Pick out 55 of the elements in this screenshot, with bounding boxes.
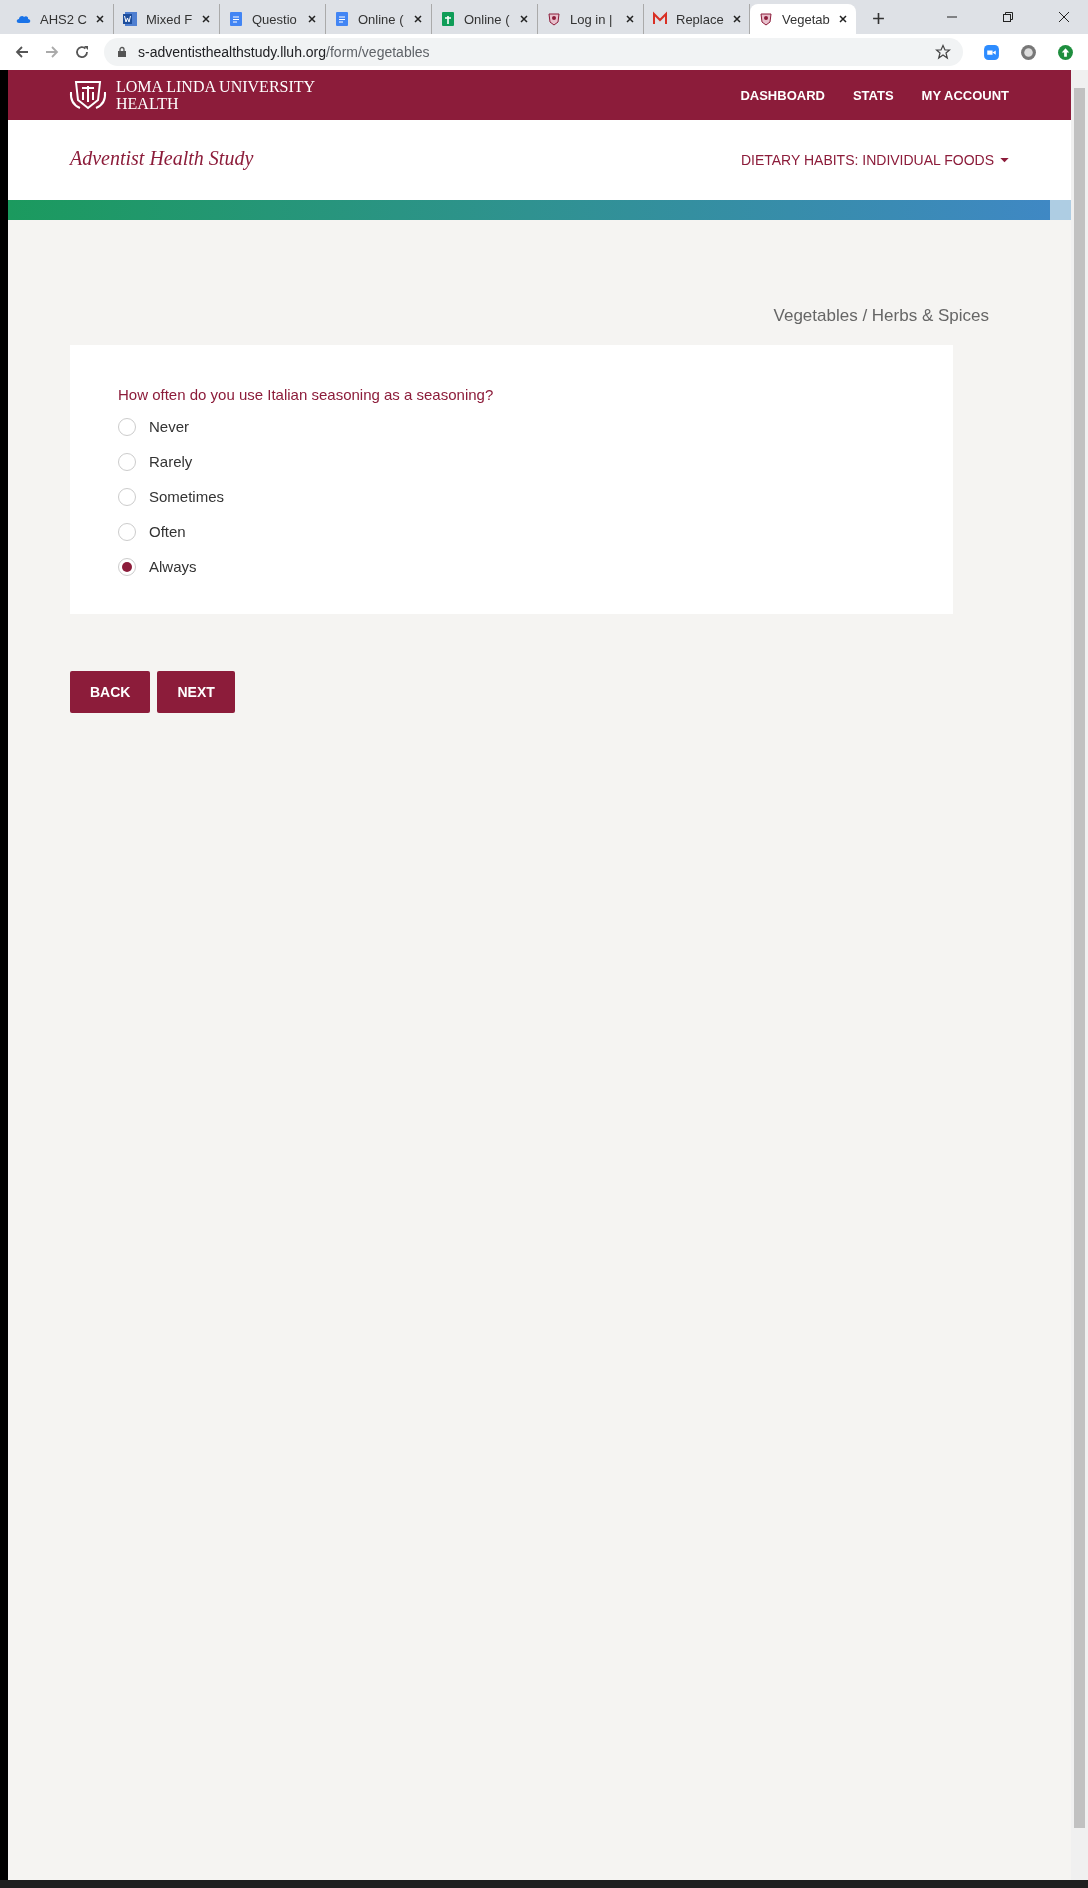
tab-title: Replace	[676, 11, 724, 27]
reload-icon[interactable]	[74, 44, 90, 60]
close-icon[interactable]	[95, 14, 105, 24]
option-label[interactable]: Often	[149, 523, 186, 540]
option-label[interactable]: Sometimes	[149, 488, 225, 505]
mail-icon	[652, 11, 668, 27]
tab-title: Mixed F	[146, 11, 193, 27]
section-dropdown[interactable]: DIETARY HABITS: INDIVIDUAL FOODS	[740, 152, 1009, 168]
close-icon[interactable]	[1058, 11, 1070, 23]
update-icon[interactable]	[1057, 43, 1074, 61]
option-label[interactable]: Never	[149, 418, 189, 435]
close-icon[interactable]	[201, 14, 211, 24]
url-text: s-adventisthealthstudy.lluh.org/form/vegetables	[138, 44, 430, 60]
tab-title: AHS2 C	[40, 11, 87, 27]
radio-button[interactable]	[118, 557, 136, 576]
scrollbar[interactable]	[1071, 70, 1088, 1880]
browser-tab[interactable]: Vegetab	[750, 4, 856, 34]
back-arrow-icon[interactable]	[14, 44, 30, 60]
tab-title: Online (	[464, 11, 510, 27]
tab-title: Vegetab	[782, 11, 830, 27]
tab-title: Online (	[358, 11, 404, 27]
option-label[interactable]: Always	[149, 558, 197, 575]
document-icon	[228, 11, 244, 27]
back-button[interactable]: BACK	[70, 671, 151, 713]
spreadsheet-icon	[440, 11, 456, 27]
close-icon[interactable]	[625, 14, 635, 24]
tab-title: Log in |	[570, 11, 613, 27]
section-heading: Vegetables / Herbs & Spices	[773, 306, 989, 327]
close-icon[interactable]	[413, 14, 423, 24]
nav-link[interactable]: STATS	[852, 87, 894, 103]
nav-link[interactable]: DASHBOARD	[740, 87, 825, 103]
video-camera-icon[interactable]	[983, 43, 1000, 61]
question-text: How often do you use Italian seasoning as a seasoning?	[118, 386, 495, 403]
caret-icon	[1000, 157, 1009, 163]
site-title: Adventist Health Study	[70, 146, 254, 170]
close-icon[interactable]	[838, 14, 848, 24]
logo-text: LOMA LINDA UNIVERSITY HEALTH	[116, 78, 316, 112]
restore-icon[interactable]	[1002, 11, 1014, 23]
close-icon[interactable]	[307, 14, 317, 24]
document-icon	[122, 11, 138, 27]
document-icon	[334, 11, 350, 27]
nav-link[interactable]: MY ACCOUNT	[921, 87, 1009, 103]
radio-button[interactable]	[118, 417, 136, 436]
next-button[interactable]: NEXT	[157, 671, 235, 713]
tab-title: Questio	[252, 11, 297, 27]
radio-button[interactable]	[118, 452, 136, 471]
radio-button[interactable]	[118, 487, 136, 506]
address-bar[interactable]: s-adventisthealthstudy.lluh.org/form/vegetables	[104, 38, 963, 66]
radio-button[interactable]	[118, 522, 136, 541]
close-icon[interactable]	[519, 14, 529, 24]
option-label[interactable]: Rarely	[149, 453, 193, 470]
lock-icon	[116, 46, 128, 58]
star-icon[interactable]	[935, 44, 951, 60]
close-icon[interactable]	[731, 14, 742, 24]
new-tab-icon[interactable]	[872, 12, 885, 25]
